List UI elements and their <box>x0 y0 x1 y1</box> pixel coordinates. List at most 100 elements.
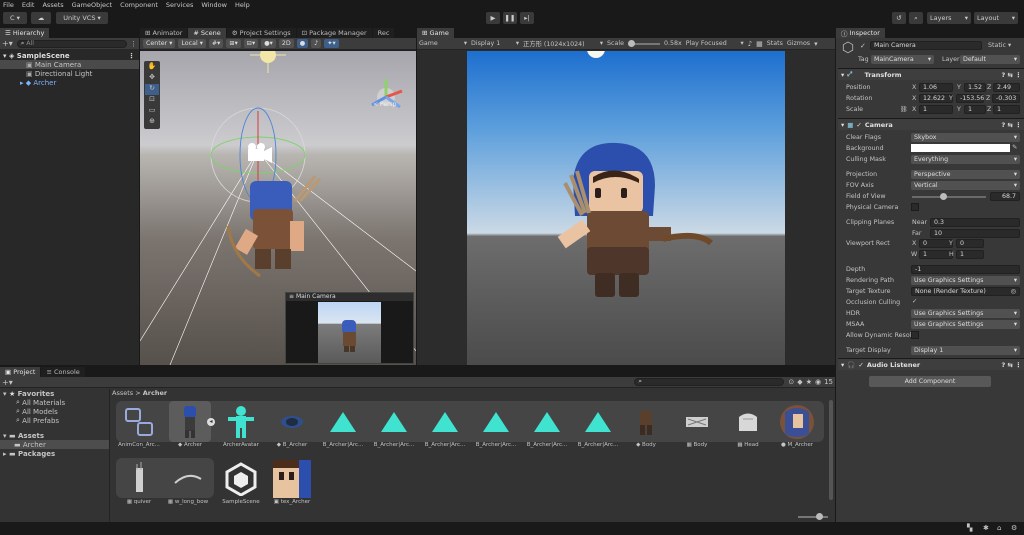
game-mode-dropdown[interactable]: Game ▾ <box>419 40 467 47</box>
packages-folder[interactable]: ▸ ▬ Packages <box>0 449 109 458</box>
2d-toggle[interactable]: 2D <box>278 39 294 48</box>
hierarchy-item-archer[interactable]: ▸ ◆ Archer <box>0 78 139 87</box>
add-icon[interactable]: +▾ <box>2 378 13 387</box>
asset-item[interactable]: B_Archer|Arc... <box>319 402 367 448</box>
camera-header[interactable]: ▾ ■ ✓ Camera? ⇆ ⋮ <box>838 118 1024 130</box>
viewport-y-field[interactable]: 0 <box>956 239 984 248</box>
menu-gameobject[interactable]: GameObject <box>72 1 113 9</box>
scene-viewport[interactable]: < Persp ✋ ✥ ↻ ⊡ ▭ ⊕ ≡ Main Camera <box>140 51 416 365</box>
project-search-input[interactable]: ⌕ <box>634 378 785 386</box>
tab-animator[interactable]: ⊞ Animator <box>140 28 188 38</box>
preset-icon[interactable]: ⇆ <box>1008 361 1016 369</box>
asset-item[interactable]: B_Archer|Arc... <box>472 402 520 448</box>
stats-button[interactable]: Stats <box>767 40 783 47</box>
more-icon[interactable]: ⋮ <box>1015 71 1024 79</box>
lock-icon[interactable]: ⋮ <box>130 40 137 48</box>
pivot-dropdown[interactable]: Center ▾ <box>143 39 176 48</box>
tab-game[interactable]: ⊞ Game <box>417 28 454 38</box>
background-color-swatch[interactable] <box>911 144 1010 152</box>
position-z-field[interactable]: 2.49 <box>993 83 1020 92</box>
clear-flags-dropdown[interactable]: Skybox ▾ <box>911 133 1020 142</box>
fov-axis-dropdown[interactable]: Vertical ▾ <box>911 181 1020 190</box>
shading-button[interactable]: ●▾ <box>261 39 276 48</box>
scale-x-field[interactable]: 1 <box>919 105 953 114</box>
transform-tool-icon[interactable]: ⊕ <box>145 117 159 128</box>
msaa-dropdown[interactable]: Use Graphics Settings ▾ <box>911 320 1020 329</box>
hand-tool-icon[interactable]: ✋ <box>145 62 159 73</box>
asset-item[interactable]: B_Archer|Arc... <box>370 402 418 448</box>
hierarchy-item-directional-light[interactable]: ▣ Directional Light <box>0 69 139 78</box>
fov-field[interactable]: 68.7 <box>990 192 1020 201</box>
menu-services[interactable]: Services <box>166 1 193 9</box>
rotate-tool-icon[interactable]: ↻ <box>145 84 159 95</box>
tag-dropdown[interactable]: MainCamera ▾ <box>871 55 934 64</box>
hierarchy-search-input[interactable]: ⌕ All <box>16 39 127 48</box>
tab-inspector[interactable]: ⓘ Inspector <box>836 28 885 38</box>
menu-help[interactable]: Help <box>235 1 250 9</box>
add-icon[interactable]: +▾ <box>2 39 13 48</box>
menu-file[interactable]: File <box>3 1 14 9</box>
grid-snap-button[interactable]: #▾ <box>208 39 224 48</box>
tab-scene[interactable]: # Scene <box>188 28 226 38</box>
transform-header[interactable]: ▾ ⤢ Transform? ⇆ ⋮ <box>838 68 1024 80</box>
asset-item[interactable]: ▦ Body <box>673 402 721 448</box>
target-texture-field[interactable]: None (Render Texture) ◎ <box>911 287 1020 296</box>
layout-dropdown[interactable]: Layout ▾ <box>974 12 1018 24</box>
menu-window[interactable]: Window <box>201 1 227 9</box>
asset-item[interactable]: ▣ tex_Archer <box>268 459 316 505</box>
visibility-icon[interactable]: ◉ <box>815 378 821 386</box>
scale-slider-handle[interactable] <box>627 39 635 47</box>
target-display-dropdown[interactable]: Display 1 ▾ <box>911 346 1020 355</box>
fov-slider[interactable] <box>912 193 986 200</box>
asset-item[interactable]: SampleScene <box>217 459 265 505</box>
scale-slider[interactable] <box>627 39 660 47</box>
settings-icon[interactable]: ⚙ <box>1011 524 1017 532</box>
scale-y-field[interactable]: 1 <box>964 105 986 114</box>
asset-item[interactable]: ◆ Archer <box>166 402 214 448</box>
display-dropdown[interactable]: Display 1 ▾ <box>471 40 519 47</box>
scale-tool-icon[interactable]: ⊡ <box>145 95 159 106</box>
asset-item[interactable]: ◆ B_Archer <box>268 402 316 448</box>
active-checkbox[interactable]: ✓ <box>860 42 866 50</box>
layers-dropdown[interactable]: Layers ▾ <box>927 12 971 24</box>
favorites-header[interactable]: ▾ ★ Favorites <box>0 389 109 398</box>
mute-audio-icon[interactable]: ♪ <box>748 40 752 48</box>
thumbnail-size-handle[interactable] <box>816 513 823 520</box>
position-y-field[interactable]: 1.52 <box>964 83 986 92</box>
tab-project[interactable]: ▣ Project <box>0 367 41 377</box>
favorite-item[interactable]: ⌕ All Models <box>0 407 109 416</box>
breadcrumb-archer[interactable]: Archer <box>143 389 167 397</box>
play-focused-dropdown[interactable]: Play Focused ▾ <box>686 40 744 47</box>
chevron-down-icon[interactable]: ▾ <box>814 40 818 48</box>
favorite-star-icon[interactable]: ★ <box>806 378 812 386</box>
archer-folder[interactable]: ▬ Archer <box>0 440 109 449</box>
space-dropdown[interactable]: Local ▾ <box>178 39 206 48</box>
scale-z-field[interactable]: 1 <box>993 105 1020 114</box>
more-icon[interactable]: ⋮ <box>128 52 135 60</box>
menu-edit[interactable]: Edit <box>22 1 35 9</box>
position-x-field[interactable]: 1.06 <box>919 83 953 92</box>
expand-prefab-icon[interactable]: ◂ <box>207 418 215 426</box>
asset-item[interactable]: ● M_Archer <box>773 402 821 448</box>
lighting-toggle[interactable]: ● <box>296 39 309 48</box>
static-toggle[interactable]: Static ▾ <box>988 42 1011 49</box>
tab-hierarchy[interactable]: ☰ Hierarchy <box>0 28 50 38</box>
step-button[interactable]: ▸| <box>520 12 534 24</box>
game-view[interactable] <box>467 51 785 365</box>
more-icon[interactable]: ⋮ <box>1015 121 1024 129</box>
network-icon[interactable]: ⌂ <box>997 524 1001 532</box>
rendering-path-dropdown[interactable]: Use Graphics Settings ▾ <box>911 276 1020 285</box>
viewport-h-field[interactable]: 1 <box>956 250 984 259</box>
snap-button[interactable]: ⊞▾ <box>226 39 241 48</box>
move-tool-icon[interactable]: ✥ <box>145 73 159 84</box>
thumbnail-size-slider[interactable] <box>798 513 828 520</box>
rotation-x-field[interactable]: 12.622 <box>919 94 953 103</box>
scene-item[interactable]: ▾ ◈ SampleScene ⋮ <box>0 51 139 60</box>
audio-listener-header[interactable]: ▾ 🎧 ✓ Audio Listener? ⇆ ⋮ <box>838 358 1024 370</box>
play-button[interactable]: ▶ <box>486 12 500 24</box>
asset-item[interactable]: ◆ Body <box>622 402 670 448</box>
viewport-x-field[interactable]: 0 <box>919 239 953 248</box>
filter-label-icon[interactable]: ◆ <box>797 378 802 386</box>
gizmos-button[interactable]: Gizmos <box>787 40 810 47</box>
tab-recorder[interactable]: Rec <box>372 28 395 38</box>
